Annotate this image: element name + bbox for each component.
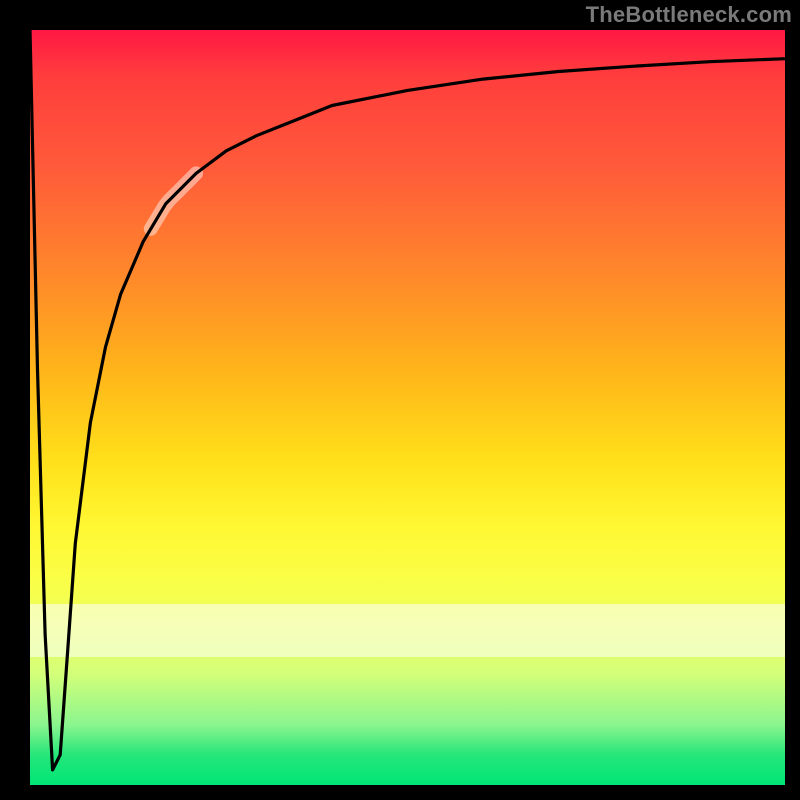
plot-area xyxy=(30,30,785,785)
bottleneck-curve xyxy=(30,30,785,770)
chart-frame: TheBottleneck.com xyxy=(0,0,800,800)
watermark-text: TheBottleneck.com xyxy=(586,2,792,28)
curve-layer xyxy=(30,30,785,785)
